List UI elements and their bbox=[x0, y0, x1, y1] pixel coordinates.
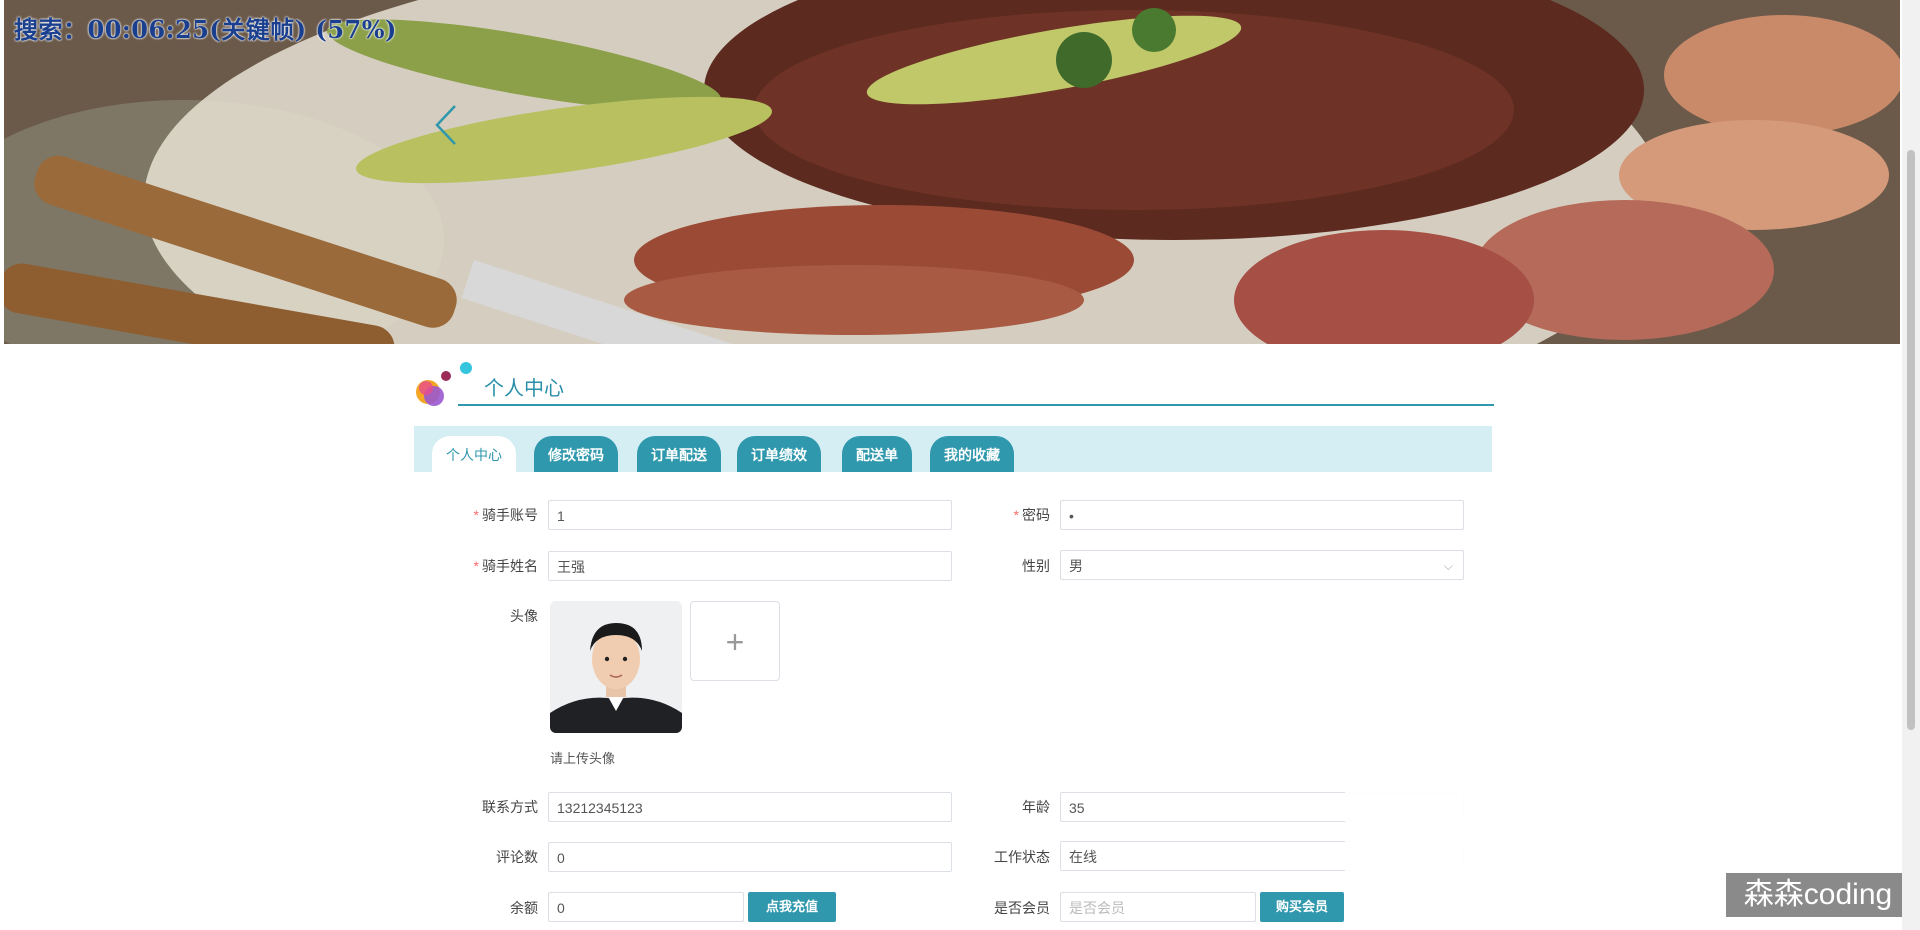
tab-bar: 个人中心 修改密码 订单配送 订单绩效 配送单 我的收藏 bbox=[414, 426, 1492, 472]
contact-input[interactable]: 13212345123 bbox=[548, 792, 952, 822]
tab-order-delivery[interactable]: 订单配送 bbox=[637, 436, 721, 472]
recharge-button[interactable]: 点我充值 bbox=[748, 892, 836, 922]
chevron-left-icon bbox=[435, 105, 456, 145]
avatar-label: 头像 bbox=[510, 608, 538, 624]
rider-name-input[interactable]: 王强 bbox=[548, 551, 952, 581]
avatar-upload-button[interactable]: + bbox=[690, 601, 780, 681]
carousel-prev-button[interactable] bbox=[429, 100, 465, 150]
balance-label: 余额 bbox=[510, 900, 538, 916]
rider-account-label: * 骑手账号 bbox=[473, 507, 538, 523]
reviews-label: 评论数 bbox=[496, 849, 538, 865]
plus-icon: + bbox=[725, 624, 745, 660]
contact-label: 联系方式 bbox=[482, 799, 538, 815]
password-input[interactable]: • bbox=[1060, 500, 1464, 530]
tab-my-favorites[interactable]: 我的收藏 bbox=[930, 436, 1014, 472]
reviews-input[interactable]: 0 bbox=[548, 842, 952, 872]
search-status-overlay: 搜索：00:06:25(关键帧) (57%) bbox=[14, 15, 397, 44]
avatar-photo bbox=[550, 601, 682, 733]
scrollbar-thumb[interactable] bbox=[1907, 150, 1915, 730]
tab-delivery-list[interactable]: 配送单 bbox=[842, 436, 912, 472]
section-header: 个人中心 bbox=[414, 362, 1494, 412]
password-label: * 密码 bbox=[1013, 507, 1050, 523]
avatar-image bbox=[550, 601, 682, 733]
tab-change-password[interactable]: 修改密码 bbox=[534, 436, 618, 472]
buy-membership-button[interactable]: 购买会员 bbox=[1260, 892, 1344, 922]
watermark: 森森coding bbox=[1726, 873, 1910, 917]
page-scrollbar[interactable] bbox=[1902, 0, 1920, 930]
banner-carousel: 搜索：00:06:25(关键帧) (57%) bbox=[4, 0, 1900, 344]
rider-name-label: * 骑手姓名 bbox=[473, 558, 538, 574]
avatar-upload-hint: 请上传头像 bbox=[550, 751, 616, 766]
chevron-down-icon: ⌵ bbox=[1443, 559, 1453, 573]
age-label: 年龄 bbox=[1022, 799, 1050, 815]
fade-overlay bbox=[1345, 790, 1725, 930]
gender-label: 性别 bbox=[1022, 558, 1050, 574]
member-label: 是否会员 bbox=[994, 900, 1050, 916]
member-input[interactable]: 是否会员 bbox=[1060, 892, 1256, 922]
work-status-label: 工作状态 bbox=[994, 849, 1050, 865]
gender-value: 男 bbox=[1069, 558, 1083, 574]
gender-select[interactable]: 男 ⌵ bbox=[1060, 550, 1464, 580]
title-divider bbox=[458, 404, 1494, 406]
tab-order-performance[interactable]: 订单绩效 bbox=[737, 436, 821, 472]
balance-input[interactable]: 0 bbox=[548, 892, 744, 922]
tab-personal-center[interactable]: 个人中心 bbox=[432, 436, 516, 472]
banner-image bbox=[4, 0, 1900, 344]
rider-account-input[interactable]: 1 bbox=[548, 500, 952, 530]
page-title: 个人中心 bbox=[484, 378, 564, 400]
